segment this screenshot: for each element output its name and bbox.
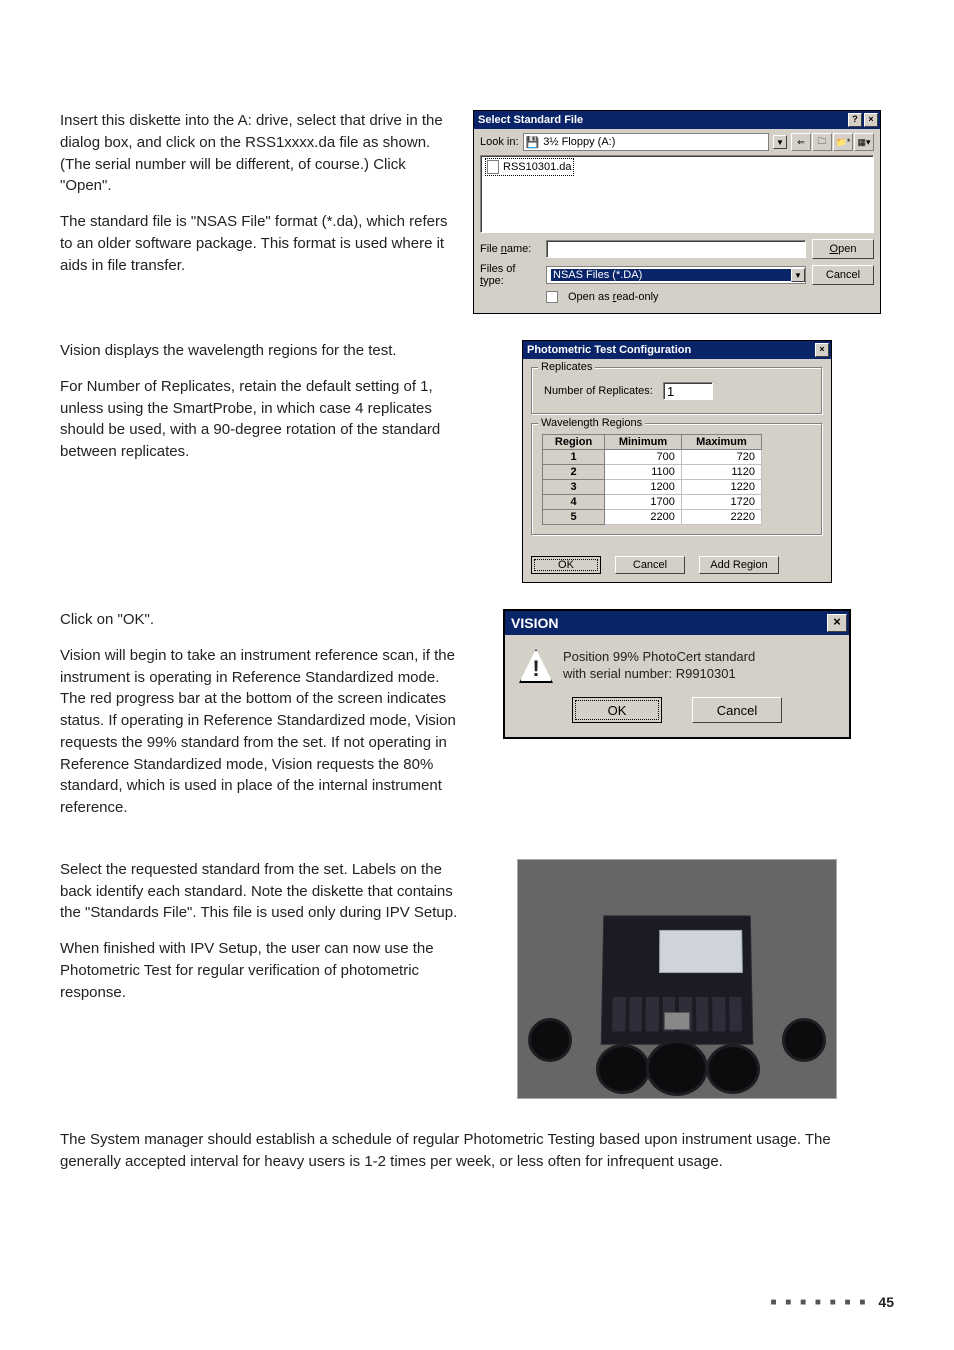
open-button[interactable]: Open — [812, 239, 874, 259]
view-menu-icon[interactable]: ▦▾ — [854, 133, 874, 151]
readonly-label: Open as read-only — [568, 291, 659, 303]
paragraph: When finished with IPV Setup, the user c… — [60, 938, 460, 1003]
dialog-title: Photometric Test Configuration — [527, 344, 691, 356]
standard-cap — [528, 1018, 572, 1062]
close-icon[interactable]: × — [864, 113, 878, 127]
document-page: Insert this diskette into the A: drive, … — [0, 0, 954, 1350]
page-footer: ■ ■ ■ ■ ■ ■ ■ 45 — [770, 1294, 894, 1310]
lookin-value: 3½ Floppy (A:) — [543, 136, 615, 148]
standard-cap — [782, 1018, 826, 1062]
table-row[interactable]: 1700720 — [543, 450, 762, 465]
ok-button[interactable]: OK — [531, 556, 601, 574]
close-icon[interactable]: × — [827, 614, 847, 632]
column-header-max: Maximum — [681, 435, 761, 450]
table-row[interactable]: 312001220 — [543, 480, 762, 495]
text-block-3: Click on "OK". Vision will begin to take… — [60, 609, 460, 833]
cancel-button[interactable]: Cancel — [615, 556, 685, 574]
help-icon[interactable]: ? — [848, 113, 862, 127]
dialog-title: Select Standard File — [478, 114, 583, 126]
dialog-titlebar: Select Standard File ? × — [474, 111, 880, 129]
cancel-button[interactable]: Cancel — [692, 697, 782, 723]
lookin-label: Look in: — [480, 136, 519, 148]
paragraph: Vision displays the wavelength regions f… — [60, 340, 460, 362]
page-number: 45 — [878, 1294, 894, 1310]
standard-cap — [646, 1040, 708, 1096]
paragraph: For Number of Replicates, retain the def… — [60, 376, 460, 463]
filetype-dropdown[interactable]: NSAS Files (*.DA) ▼ — [546, 266, 806, 284]
paragraph: Vision will begin to take an instrument … — [60, 645, 460, 819]
lookin-dropdown[interactable]: 💾 3½ Floppy (A:) — [523, 133, 769, 151]
file-item[interactable]: RSS10301.da — [485, 158, 574, 176]
dialog-select-standard-file: Select Standard File ? × Look in: 💾 3½ F… — [473, 110, 881, 314]
close-icon[interactable]: × — [815, 343, 829, 357]
column-header-min: Minimum — [605, 435, 682, 450]
photo-label — [659, 930, 743, 973]
replicates-input[interactable] — [663, 382, 713, 400]
wavelength-table: Region Minimum Maximum 1700720 211001120… — [542, 434, 762, 525]
dialog-titlebar: VISION × — [505, 611, 849, 635]
message-text: Position 99% PhotoCert standard with ser… — [563, 649, 755, 683]
photo-standards-case — [517, 859, 837, 1099]
group-title: Replicates — [538, 361, 595, 373]
filename-input[interactable] — [546, 240, 806, 258]
standard-cap — [596, 1044, 650, 1094]
paragraph: Insert this diskette into the A: drive, … — [60, 110, 460, 197]
file-list-pane[interactable]: RSS10301.da — [480, 155, 874, 233]
new-folder-icon[interactable]: 📁* — [833, 133, 853, 151]
dialog-vision-message: VISION × ! Position 99% PhotoCert standa… — [503, 609, 851, 739]
dialog-title: VISION — [511, 615, 558, 631]
filetype-value: NSAS Files (*.DA) — [551, 269, 791, 281]
chevron-down-icon[interactable]: ▼ — [773, 135, 787, 149]
paragraph: The System manager should establish a sc… — [60, 1129, 894, 1174]
text-block-4: Select the requested standard from the s… — [60, 859, 460, 1018]
text-block-1: Insert this diskette into the A: drive, … — [60, 110, 460, 290]
up-folder-icon[interactable]: 🗀 — [812, 133, 832, 151]
paragraph: The standard file is "NSAS File" format … — [60, 211, 460, 276]
replicates-label: Number of Replicates: — [544, 385, 653, 397]
text-block-2: Vision displays the wavelength regions f… — [60, 340, 460, 477]
standard-cap — [706, 1044, 760, 1094]
table-row[interactable]: 417001720 — [543, 495, 762, 510]
latch-icon — [664, 1012, 690, 1030]
back-icon[interactable]: ⇐ — [791, 133, 811, 151]
replicates-group: Replicates Number of Replicates: — [531, 367, 823, 415]
dialog-photometric-config: Photometric Test Configuration × Replica… — [522, 340, 832, 583]
wavelength-regions-group: Wavelength Regions Region Minimum Maximu… — [531, 423, 823, 536]
dialog-titlebar: Photometric Test Configuration × — [523, 341, 831, 359]
cancel-button[interactable]: Cancel — [812, 265, 874, 285]
ok-button[interactable]: OK — [572, 697, 662, 723]
floppy-icon: 💾 — [526, 136, 540, 149]
file-icon — [487, 160, 499, 174]
paragraph: Click on "OK". — [60, 609, 460, 631]
table-row[interactable]: 522002220 — [543, 510, 762, 525]
decorative-dots: ■ ■ ■ ■ ■ ■ ■ — [770, 1297, 868, 1308]
paragraph: Select the requested standard from the s… — [60, 859, 460, 924]
readonly-checkbox[interactable] — [546, 291, 558, 303]
add-region-button[interactable]: Add Region — [699, 556, 779, 574]
toolbar-icons: ⇐ 🗀 📁* ▦▾ — [791, 133, 874, 151]
group-title: Wavelength Regions — [538, 417, 645, 429]
filetype-label: Files of type: — [480, 263, 540, 287]
filename-label: File name: — [480, 243, 540, 255]
chevron-down-icon[interactable]: ▼ — [791, 268, 805, 282]
file-name: RSS10301.da — [503, 161, 572, 173]
column-header-region: Region — [543, 435, 605, 450]
warning-icon: ! — [519, 649, 553, 683]
table-row[interactable]: 211001120 — [543, 465, 762, 480]
